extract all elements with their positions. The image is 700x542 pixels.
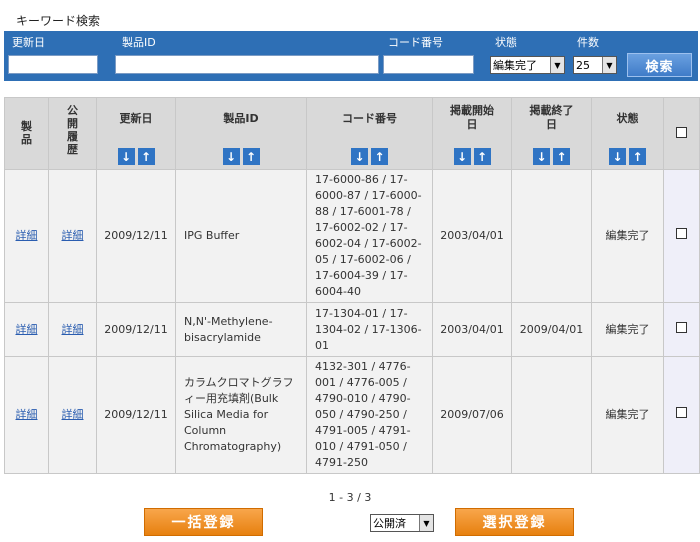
cell-code: 4132-301 / 4776-001 / 4776-005 / 4790-01… bbox=[306, 356, 433, 474]
sort-asc-icon[interactable]: ↑ bbox=[371, 148, 388, 165]
cell-status: 編集完了 bbox=[591, 169, 664, 303]
cell-code: 17-6000-86 / 17-6000-87 / 17-6000-88 / 1… bbox=[306, 169, 433, 303]
cell-status: 編集完了 bbox=[591, 356, 664, 474]
publish-status-select[interactable]: 公開済 ▼ bbox=[370, 514, 434, 532]
cell-pub-start: 2009/07/06 bbox=[432, 356, 512, 474]
col-product-id: 製品ID ↓ ↑ bbox=[175, 97, 307, 170]
code-input[interactable] bbox=[383, 55, 474, 74]
col-product-label: 製品 bbox=[21, 120, 32, 146]
col-pub-start: 掲載開始日 ↓ ↑ bbox=[432, 97, 512, 170]
col-status-label: 状態 bbox=[616, 112, 639, 125]
row-checkbox[interactable] bbox=[676, 228, 687, 239]
col-product-id-label: 製品ID bbox=[223, 112, 259, 125]
history-detail-link[interactable]: 詳細 bbox=[62, 229, 84, 242]
col-updated: 更新日 ↓ ↑ bbox=[96, 97, 176, 170]
count-label: 件数 bbox=[577, 36, 599, 49]
sort-asc-icon[interactable]: ↑ bbox=[242, 148, 260, 165]
col-history-label: 公開履歴 bbox=[67, 104, 78, 156]
cell-pub-end bbox=[511, 356, 592, 474]
cell-product-id: カラムクロマトグラフィー用充填剤(Bulk Silica Media for C… bbox=[175, 356, 307, 474]
search-bar: 更新日 製品ID コード番号 状態 件数 編集完了 ▼ 25 ▼ 検索 bbox=[4, 31, 698, 81]
col-product: 製品 bbox=[4, 97, 49, 170]
product-id-label: 製品ID bbox=[122, 36, 156, 49]
col-pub-end: 掲載終了日 ↓ ↑ bbox=[511, 97, 592, 170]
code-label: コード番号 bbox=[388, 36, 443, 49]
cell-pub-start: 2003/04/01 bbox=[432, 302, 512, 357]
cell-product-id: N,N'-Methylene-bisacrylamide bbox=[175, 302, 307, 357]
publish-status-value: 公開済 bbox=[373, 517, 406, 530]
sort-desc-icon[interactable]: ↓ bbox=[533, 148, 550, 165]
col-code-label: コード番号 bbox=[342, 112, 397, 125]
cell-updated: 2009/12/11 bbox=[96, 356, 176, 474]
col-select-all bbox=[663, 97, 700, 170]
product-id-input[interactable] bbox=[115, 55, 379, 74]
col-pub-end-label: 掲載終了日 bbox=[529, 104, 574, 131]
updated-label: 更新日 bbox=[12, 36, 45, 49]
keyword-search-title: キーワード検索 bbox=[16, 14, 101, 28]
product-detail-link[interactable]: 詳細 bbox=[16, 323, 38, 336]
table-row: 詳細 詳細 2009/12/11 カラムクロマトグラフィー用充填剤(Bulk S… bbox=[4, 356, 700, 474]
row-checkbox[interactable] bbox=[676, 321, 687, 333]
product-detail-link[interactable]: 詳細 bbox=[16, 408, 38, 421]
results-table: 製品 公開履歴 更新日 ↓ ↑ 製品ID ↓ ↑ コード番号 ↓ ↑ 掲載開始日 ↓ ↑ bbox=[4, 97, 700, 474]
sort-desc-icon[interactable]: ↓ bbox=[117, 148, 135, 165]
table-row: 詳細 詳細 2009/12/11 IPG Buffer 17-6000-86 /… bbox=[4, 169, 700, 303]
cell-code: 17-1304-01 / 17-1304-02 / 17-1306-01 bbox=[306, 302, 433, 357]
status-select-value: 編集完了 bbox=[493, 59, 537, 72]
cell-status: 編集完了 bbox=[591, 302, 664, 357]
history-detail-link[interactable]: 詳細 bbox=[62, 408, 84, 421]
cell-pub-start: 2003/04/01 bbox=[432, 169, 512, 303]
select-all-checkbox[interactable] bbox=[676, 126, 687, 138]
chevron-down-icon: ▼ bbox=[550, 57, 564, 73]
chevron-down-icon: ▼ bbox=[602, 57, 616, 73]
cell-updated: 2009/12/11 bbox=[96, 302, 176, 357]
col-pub-start-label: 掲載開始日 bbox=[450, 104, 494, 131]
pager-text: 1 - 3 / 3 bbox=[328, 491, 372, 504]
history-detail-link[interactable]: 詳細 bbox=[62, 323, 84, 336]
status-label: 状態 bbox=[495, 36, 517, 49]
sort-asc-icon[interactable]: ↑ bbox=[137, 148, 155, 165]
col-history: 公開履歴 bbox=[48, 97, 97, 170]
table-row: 詳細 詳細 2009/12/11 N,N'-Methylene-bisacryl… bbox=[4, 302, 700, 357]
col-code: コード番号 ↓ ↑ bbox=[306, 97, 433, 170]
search-button[interactable]: 検索 bbox=[627, 53, 692, 77]
status-select[interactable]: 編集完了 ▼ bbox=[490, 56, 565, 74]
cell-pub-end: 2009/04/01 bbox=[511, 302, 592, 357]
sort-asc-icon[interactable]: ↑ bbox=[473, 148, 491, 165]
sort-desc-icon[interactable]: ↓ bbox=[222, 148, 240, 165]
sort-desc-icon[interactable]: ↓ bbox=[453, 148, 471, 165]
sort-asc-icon[interactable]: ↑ bbox=[629, 148, 646, 165]
sort-desc-icon[interactable]: ↓ bbox=[609, 148, 626, 165]
col-status: 状態 ↓ ↑ bbox=[591, 97, 664, 170]
sort-desc-icon[interactable]: ↓ bbox=[351, 148, 368, 165]
count-select-value: 25 bbox=[576, 58, 590, 72]
row-checkbox[interactable] bbox=[676, 407, 687, 418]
bulk-register-button[interactable]: 一括登録 bbox=[144, 508, 263, 536]
cell-pub-end bbox=[511, 169, 592, 303]
cell-updated: 2009/12/11 bbox=[96, 169, 176, 303]
count-select[interactable]: 25 ▼ bbox=[573, 56, 617, 74]
sort-asc-icon[interactable]: ↑ bbox=[553, 148, 570, 165]
cell-product-id: IPG Buffer bbox=[175, 169, 307, 303]
table-header-row: 製品 公開履歴 更新日 ↓ ↑ 製品ID ↓ ↑ コード番号 ↓ ↑ 掲載開始日 ↓ ↑ bbox=[4, 97, 700, 170]
col-updated-label: 更新日 bbox=[119, 112, 153, 125]
chevron-down-icon: ▼ bbox=[419, 515, 433, 531]
updated-input[interactable] bbox=[8, 55, 98, 74]
select-register-button[interactable]: 選択登録 bbox=[455, 508, 574, 536]
product-detail-link[interactable]: 詳細 bbox=[16, 229, 38, 242]
